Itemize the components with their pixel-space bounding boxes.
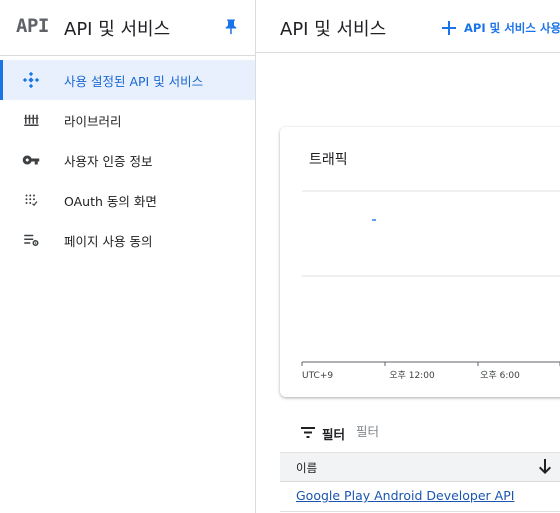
filter-label: 필터 <box>322 427 346 442</box>
api-link[interactable]: Google Play Android Developer API <box>296 488 514 503</box>
x-tick-label: UTC+9 <box>302 371 333 381</box>
library-icon <box>24 114 39 126</box>
table-row: Google Play Android Developer API <box>280 481 560 512</box>
sidebar-item-label: 사용 설정된 API 및 서비스 <box>64 73 204 89</box>
sidebar: API API 및 서비스 사용 설정된 API 및 서비스 라이브러리 사용자… <box>0 0 256 513</box>
x-tick-label: 오후 12:00 <box>389 370 435 381</box>
plus-icon <box>442 21 456 35</box>
filter-input[interactable] <box>356 420 556 442</box>
filter-bar: 필터 <box>280 412 560 453</box>
page-header: API 및 서비스 API 및 서비스 사용 <box>256 0 560 53</box>
sidebar-item-page-usage-agreement[interactable]: 페이지 사용 동의 <box>0 220 255 260</box>
sidebar-item-credentials[interactable]: 사용자 인증 정보 <box>0 140 255 180</box>
sidebar-header: API API 및 서비스 <box>0 0 255 56</box>
enable-apis-button[interactable]: API 및 서비스 사용 <box>442 17 560 39</box>
page-title: API 및 서비스 <box>280 19 387 40</box>
list-settings-icon <box>24 234 39 246</box>
api-logo: API <box>16 15 49 37</box>
traffic-card-title: 트래픽 <box>309 152 348 168</box>
arrow-down-icon[interactable] <box>538 459 552 475</box>
key-icon <box>22 155 40 165</box>
sidebar-item-library[interactable]: 라이브러리 <box>0 100 255 140</box>
sidebar-nav: 사용 설정된 API 및 서비스 라이브러리 사용자 인증 정보 OAuth 동… <box>0 60 255 260</box>
main-content: API 및 서비스 API 및 서비스 사용 UTC+9 오후 12:00 오후 6… <box>256 0 560 513</box>
sidebar-item-enabled-apis[interactable]: 사용 설정된 API 및 서비스 <box>0 60 255 100</box>
enable-apis-label: API 및 서비스 사용 <box>464 21 560 35</box>
sidebar-item-label: OAuth 동의 화면 <box>64 193 157 209</box>
diamond-grid-icon <box>22 71 40 89</box>
sidebar-title: API 및 서비스 <box>64 19 171 40</box>
sidebar-item-label: 페이지 사용 동의 <box>64 233 153 249</box>
sidebar-item-label: 사용자 인증 정보 <box>64 153 153 169</box>
x-tick-label: 오후 6:00 <box>480 370 520 381</box>
traffic-card: UTC+9 오후 12:00 오후 6:00 트래픽 <box>280 127 560 397</box>
sidebar-item-label: 라이브러리 <box>64 113 122 129</box>
pin-icon[interactable] <box>222 18 240 36</box>
column-header-name[interactable]: 이름 <box>296 460 317 476</box>
dots-grid-icon <box>25 194 38 207</box>
sidebar-item-oauth-consent[interactable]: OAuth 동의 화면 <box>0 180 255 220</box>
table-header: 이름 <box>280 453 560 482</box>
filter-icon[interactable] <box>301 427 315 438</box>
